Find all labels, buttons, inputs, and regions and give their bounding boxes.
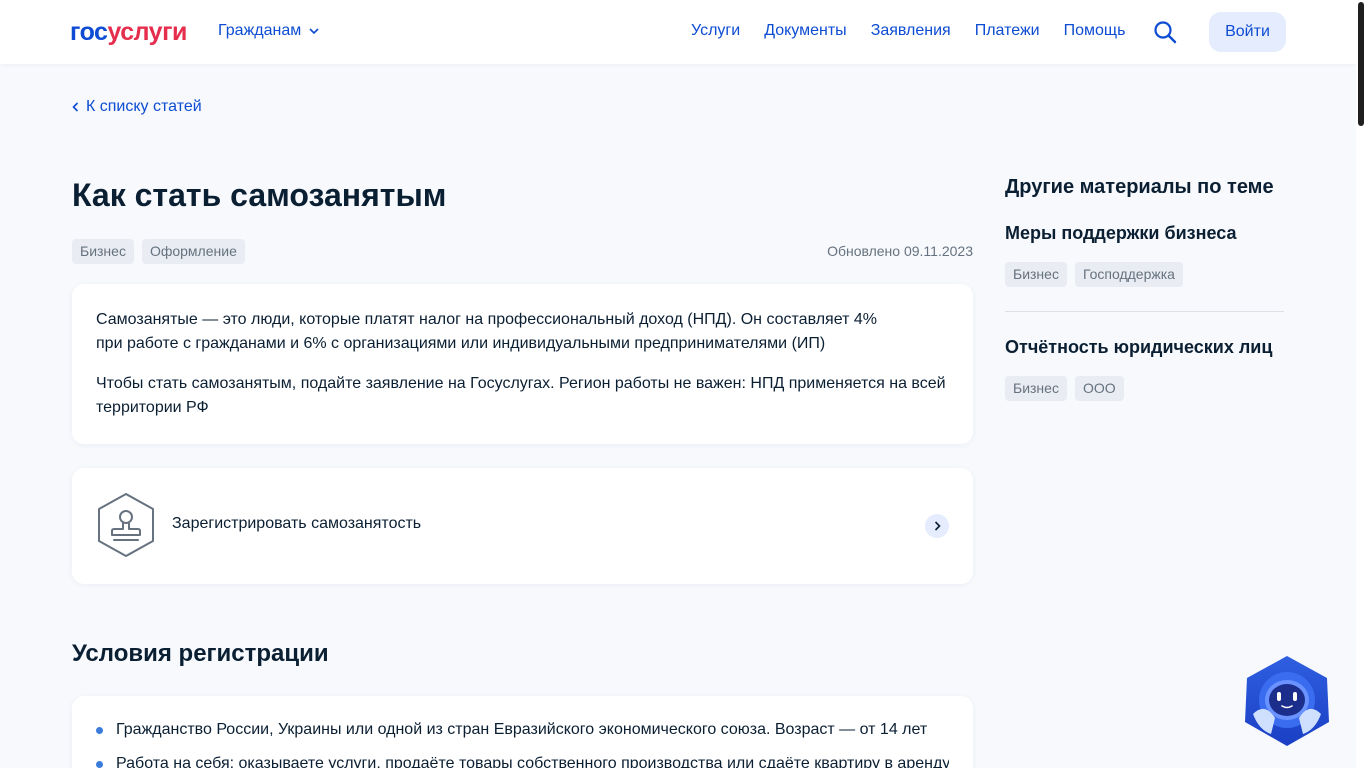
top-header: госуслуги Гражданам Услуги Документы Зая… [0, 0, 1356, 64]
audience-dropdown[interactable]: Гражданам [218, 22, 319, 40]
intro-paragraph-1: Самозанятые — это люди, которые платят н… [96, 311, 877, 352]
related-item: Отчётность юридических лиц Бизнес ООО [1005, 312, 1284, 401]
related-link-legal-reporting[interactable]: Отчётность юридических лиц [1005, 335, 1284, 359]
conditions-list: Гражданство России, Украины или одной из… [96, 718, 949, 768]
related-tags: Бизнес Господдержка [1005, 262, 1284, 287]
related-tags: Бизнес ООО [1005, 376, 1284, 401]
scrollbar-thumb[interactable] [1358, 2, 1364, 126]
chevron-down-icon [309, 28, 319, 35]
page-title: Как стать самозанятым [72, 177, 447, 213]
conditions-heading: Условия регистрации [72, 640, 329, 667]
related-item: Меры поддержки бизнеса Бизнес Господдерж… [1005, 200, 1284, 312]
register-action-label: Зарегистрировать самозанятость [172, 515, 422, 532]
main-nav: Услуги Документы Заявления Платежи Помощ… [691, 22, 1125, 40]
register-self-employed-card[interactable]: Зарегистрировать самозанятость [72, 468, 973, 584]
nav-payments[interactable]: Платежи [975, 22, 1040, 40]
nav-services[interactable]: Услуги [691, 22, 740, 40]
robot-assistant-icon[interactable] [1245, 656, 1329, 746]
scrollbar[interactable] [1356, 0, 1366, 768]
article-tags: Бизнес Оформление [72, 239, 245, 264]
chevron-left-icon [72, 102, 79, 112]
related-heading: Другие материалы по теме [1005, 176, 1274, 198]
article-tag[interactable]: Оформление [141, 239, 245, 264]
related-tag[interactable]: ООО [1074, 376, 1124, 401]
intro-paragraph-2: Чтобы стать самозанятым, подайте заявлен… [96, 375, 946, 416]
conditions-card: Гражданство России, Украины или одной из… [72, 696, 973, 768]
related-tag[interactable]: Господдержка [1074, 262, 1183, 287]
back-to-articles-link[interactable]: К списку статей [72, 98, 202, 116]
chevron-right-icon [934, 521, 941, 531]
list-item: Работа на себя: оказываете услуги, прода… [96, 752, 949, 768]
login-button[interactable]: Войти [1209, 12, 1286, 52]
gosuslugi-logo[interactable]: госуслуги [70, 19, 187, 45]
related-tag[interactable]: Бизнес [1005, 262, 1067, 287]
nav-applications[interactable]: Заявления [871, 22, 951, 40]
nav-documents[interactable]: Документы [764, 22, 846, 40]
related-tag[interactable]: Бизнес [1005, 376, 1067, 401]
related-materials: Другие материалы по теме Меры поддержки … [1005, 174, 1284, 401]
action-arrow-button[interactable] [925, 514, 949, 538]
list-item: Гражданство России, Украины или одной из… [96, 718, 949, 742]
stamp-icon [98, 493, 154, 557]
article-tag[interactable]: Бизнес [72, 239, 134, 264]
intro-card: Самозанятые — это люди, которые платят н… [72, 284, 973, 444]
related-link-business-support[interactable]: Меры поддержки бизнеса [1005, 221, 1284, 245]
search-icon[interactable] [1153, 20, 1177, 44]
nav-help[interactable]: Помощь [1064, 22, 1126, 40]
back-link-label: К списку статей [86, 98, 202, 115]
updated-date: Обновлено 09.11.2023 [827, 243, 973, 259]
audience-label: Гражданам [218, 22, 302, 39]
